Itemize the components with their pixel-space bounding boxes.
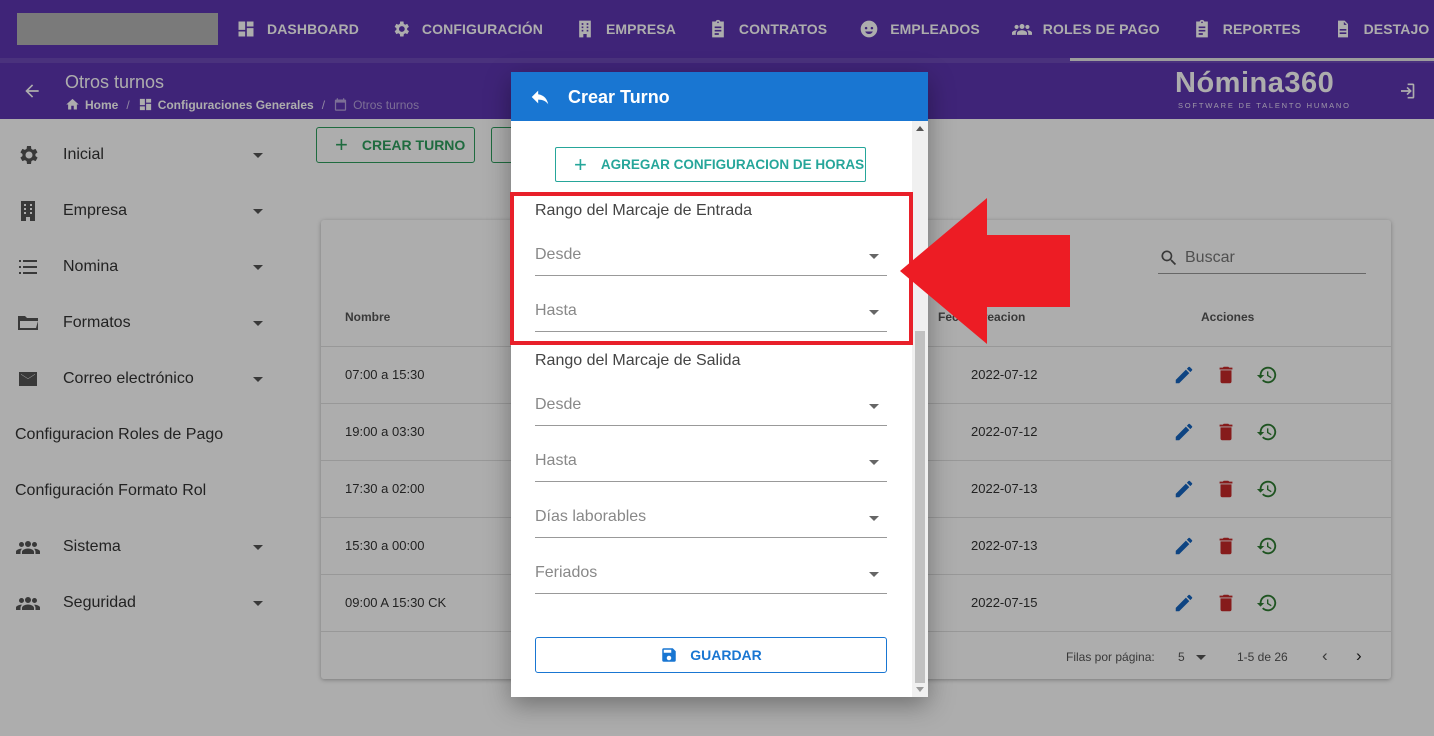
- field-placeholder: Feriados: [535, 564, 598, 581]
- scrollbar-thumb[interactable]: [915, 331, 925, 683]
- salida-section-title: Rango del Marcaje de Salida: [535, 352, 741, 369]
- dropdown-arrow-icon: [869, 460, 879, 465]
- crear-turno-dialog: Crear Turno + AGREGAR CONFIGURACION DE H…: [511, 72, 928, 697]
- salida-hasta-select[interactable]: Hasta: [535, 442, 887, 482]
- dias-laborables-select[interactable]: Días laborables: [535, 498, 887, 538]
- dialog-header: Crear Turno: [511, 72, 928, 121]
- annotation-arrow-icon: [900, 198, 1070, 344]
- add-hours-config-label: AGREGAR CONFIGURACION DE HORAS: [600, 157, 865, 172]
- scroll-down-icon[interactable]: [916, 687, 924, 692]
- field-placeholder: Desde: [535, 396, 582, 413]
- dropdown-arrow-icon: [869, 404, 879, 409]
- dropdown-arrow-icon: [869, 572, 879, 577]
- scroll-up-icon[interactable]: [916, 126, 924, 131]
- plus-icon: +: [574, 151, 587, 177]
- dialog-title: Crear Turno: [568, 87, 670, 107]
- annotation-highlight-box: [510, 192, 913, 345]
- salida-desde-select[interactable]: Desde: [535, 386, 887, 426]
- add-hours-config-button[interactable]: + AGREGAR CONFIGURACION DE HORAS: [555, 147, 866, 182]
- feriados-select[interactable]: Feriados: [535, 554, 887, 594]
- save-button[interactable]: GUARDAR: [535, 637, 887, 673]
- reply-back-icon[interactable]: [529, 86, 551, 108]
- field-placeholder: Días laborables: [535, 508, 647, 525]
- dropdown-arrow-icon: [869, 516, 879, 521]
- field-placeholder: Hasta: [535, 452, 577, 469]
- save-icon: [662, 648, 676, 662]
- save-label: GUARDAR: [690, 647, 762, 663]
